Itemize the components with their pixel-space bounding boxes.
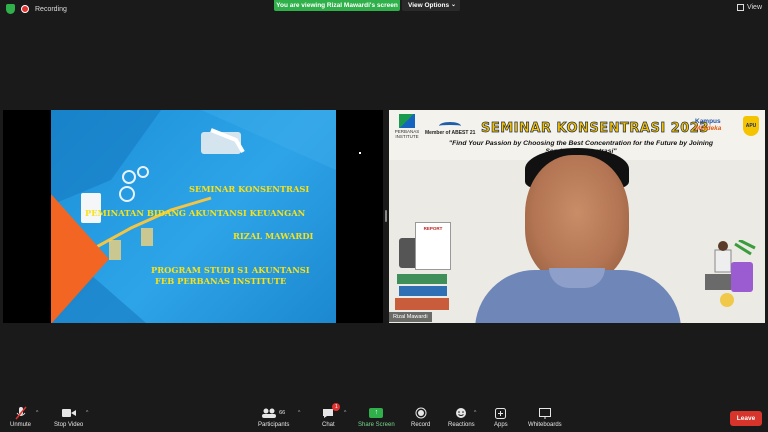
stop-video-label: Stop Video bbox=[54, 422, 84, 428]
presentation-slide: SEMINAR KONSENTRASI PEMINATAN BIDANG AKU… bbox=[51, 110, 336, 323]
slide-line-5: FEB PERBANAS INSTITUTE bbox=[155, 276, 287, 286]
participants-label: Participants bbox=[258, 422, 290, 428]
reactions-label: Reactions bbox=[448, 422, 475, 428]
chat-options-caret[interactable]: ^ bbox=[344, 410, 346, 416]
share-screen-icon: ↑ bbox=[369, 406, 384, 420]
reactions-button[interactable]: Reactions bbox=[448, 406, 475, 428]
view-options-button[interactable]: View Options ⌄ bbox=[402, 0, 460, 11]
video-options-caret[interactable]: ^ bbox=[86, 410, 88, 416]
muted-microphone-icon bbox=[14, 406, 27, 420]
record-icon bbox=[415, 406, 427, 420]
whiteboards-button[interactable]: Whiteboards bbox=[528, 406, 562, 428]
unmute-label: Unmute bbox=[10, 422, 32, 428]
participant-name-label: Rizal Mawardi bbox=[389, 312, 432, 322]
leave-button[interactable]: Leave bbox=[730, 411, 762, 426]
record-label: Record bbox=[411, 422, 431, 428]
view-button[interactable]: View bbox=[736, 4, 762, 11]
reactions-options-caret[interactable]: ^ bbox=[474, 410, 476, 416]
slide-line-3: RIZAL MAWARDI bbox=[233, 231, 314, 241]
viewing-screen-banner: You are viewing Rizal Mawardi's screen bbox=[274, 0, 400, 11]
recording-icon bbox=[21, 5, 29, 13]
unmute-button[interactable]: Unmute bbox=[10, 406, 31, 428]
participants-icon: 66 bbox=[262, 406, 285, 420]
grid-view-icon bbox=[736, 4, 744, 11]
video-camera-icon bbox=[61, 406, 76, 420]
security-shield-icon[interactable] bbox=[6, 4, 15, 14]
books-illustration bbox=[395, 274, 449, 310]
apu-logo: APU bbox=[743, 116, 759, 136]
top-left-status: Recording bbox=[6, 4, 67, 14]
mouse-cursor bbox=[359, 152, 361, 154]
chat-bubble-icon: 1 bbox=[322, 403, 341, 420]
participant-video-tile[interactable]: PERBANAS INSTITUTE Member of ABEST 21 SE… bbox=[389, 110, 765, 323]
slide-line-1: SEMINAR KONSENTRASI bbox=[189, 184, 310, 194]
view-options-label: View Options bbox=[408, 2, 450, 9]
shared-screen-panel: SEMINAR KONSENTRASI PEMINATAN BIDANG AKU… bbox=[3, 110, 383, 323]
kampus-merdeka-logo: Kampus Merdeka bbox=[695, 118, 722, 132]
participants-count: 66 bbox=[279, 410, 286, 416]
apps-icon bbox=[495, 406, 507, 420]
chat-label: Chat bbox=[322, 422, 335, 428]
abest-logo: Member of ABEST 21 bbox=[425, 122, 475, 136]
share-screen-label: Share Screen bbox=[358, 422, 395, 428]
audio-options-caret[interactable]: ^ bbox=[36, 410, 38, 416]
apps-label: Apps bbox=[494, 422, 508, 428]
slide-line-2: PEMINATAN BIDANG AKUNTANSI KEUANGAN bbox=[85, 208, 306, 218]
meeting-top-bar: Recording You are viewing Rizal Mawardi'… bbox=[0, 0, 768, 20]
stop-video-button[interactable]: Stop Video bbox=[54, 406, 83, 428]
participants-options-caret[interactable]: ^ bbox=[298, 410, 300, 416]
share-screen-button[interactable]: ↑ Share Screen bbox=[358, 406, 395, 428]
chat-button[interactable]: 1 Chat bbox=[322, 403, 341, 428]
participant-face bbox=[525, 155, 629, 283]
participants-button[interactable]: 66 Participants bbox=[258, 406, 289, 428]
report-illustration: REPORT bbox=[415, 222, 451, 270]
apps-button[interactable]: Apps bbox=[494, 406, 508, 428]
seminar-banner-title: SEMINAR KONSENTRASI 2023 bbox=[481, 121, 709, 137]
slide-line-4: PROGRAM STUDI S1 AKUNTANSI bbox=[151, 265, 310, 275]
chat-unread-badge: 1 bbox=[332, 403, 341, 411]
meeting-controls-toolbar: Unmute ^ Stop Video ^ 66 Participants ^ … bbox=[0, 402, 768, 432]
money-illustration bbox=[705, 240, 756, 307]
recording-label: Recording bbox=[35, 5, 67, 13]
perbanas-logo: PERBANAS INSTITUTE bbox=[393, 114, 421, 139]
chevron-down-icon: ⌄ bbox=[450, 2, 456, 8]
whiteboard-icon bbox=[538, 406, 551, 420]
whiteboards-label: Whiteboards bbox=[528, 422, 562, 428]
split-resize-handle[interactable] bbox=[385, 210, 387, 222]
view-label: View bbox=[746, 4, 762, 11]
smiley-face-icon bbox=[455, 406, 467, 420]
record-button[interactable]: Record bbox=[411, 406, 430, 428]
